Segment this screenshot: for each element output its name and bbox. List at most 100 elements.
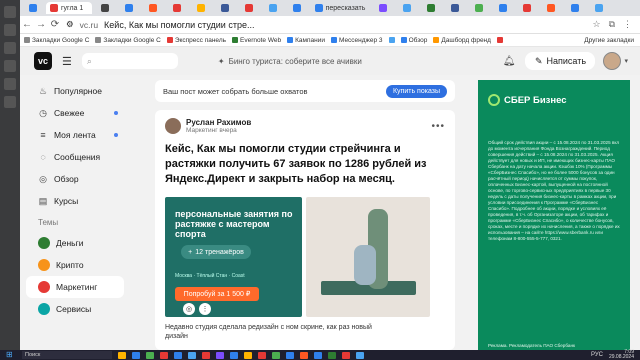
browser-tab[interactable] <box>22 2 44 14</box>
sidebar-item[interactable]: ◌ Сообщения <box>20 146 130 168</box>
post-author[interactable]: Руслан Рахимов Маркетинг вчера ••• <box>165 118 445 134</box>
taskbar-app-icon[interactable] <box>342 351 350 359</box>
browser-tab[interactable]: пересказать <box>310 2 370 14</box>
app-icon[interactable] <box>4 42 16 54</box>
image-pill: +12 тренажёров <box>181 245 251 259</box>
post-gallery[interactable]: персональные занятия по растяжке с масте… <box>165 197 445 317</box>
chevron-down-icon[interactable]: ▾ <box>624 57 628 65</box>
taskbar-app-icon[interactable] <box>244 351 252 359</box>
forward-icon[interactable]: → <box>34 19 48 30</box>
theme-item[interactable]: Сервисы <box>20 298 130 320</box>
buy-views-button[interactable]: Купить показы <box>385 84 447 98</box>
promo-banner[interactable]: ✦ Бинго туриста: соберите все ачивки <box>218 57 362 66</box>
browser-tab[interactable] <box>238 2 260 14</box>
bookmark-item[interactable] <box>496 37 503 43</box>
browser-tab[interactable] <box>262 2 284 14</box>
browser-tab[interactable] <box>492 2 514 14</box>
taskbar-app-icon[interactable] <box>356 351 364 359</box>
browser-tab[interactable] <box>396 2 418 14</box>
taskbar-app-icon[interactable] <box>328 351 336 359</box>
url-field[interactable]: ⚙ vc.ru Кейс, Как мы помогли студии стре… <box>66 19 254 30</box>
taskbar-app-icon[interactable] <box>230 351 238 359</box>
browser-tab[interactable] <box>118 2 140 14</box>
taskbar-app-icon[interactable] <box>174 351 182 359</box>
bookmark-item[interactable] <box>388 37 395 43</box>
theme-item[interactable]: Деньги <box>20 232 130 254</box>
app-icon[interactable] <box>4 78 16 90</box>
app-icon[interactable] <box>4 60 16 72</box>
browser-tab[interactable] <box>468 2 490 14</box>
taskbar-search[interactable]: Поиск <box>22 351 112 359</box>
browser-tab[interactable] <box>540 2 562 14</box>
site-info-icon[interactable]: ⚙ <box>66 19 74 30</box>
author-name[interactable]: Руслан Рахимов <box>186 118 251 127</box>
clock[interactable]: 7:09 29.08.2024 <box>609 350 634 360</box>
taskbar-app-icon[interactable] <box>286 351 294 359</box>
browser-tab[interactable] <box>588 2 610 14</box>
taskbar-app-icon[interactable] <box>216 351 224 359</box>
sidebar-item[interactable]: ♨ Популярное <box>20 80 130 102</box>
taskbar-app-icon[interactable] <box>146 351 154 359</box>
bookmark-other[interactable]: Другие закладки <box>584 37 640 44</box>
search-input[interactable]: ⌕ <box>81 53 178 69</box>
sidebar-item[interactable]: ◎ Обзор <box>20 168 130 190</box>
browser-tab[interactable] <box>516 2 538 14</box>
menu-burger-icon[interactable]: ☰ <box>62 55 72 68</box>
post-title[interactable]: Кейс, Как мы помогли студии стрейчинга и… <box>165 142 445 187</box>
sidebar-item[interactable]: ▤ Курсы <box>20 190 130 212</box>
sber-ad-panel[interactable]: СБЕР Бизнес Общий срок действия акции – … <box>478 80 630 350</box>
input-lang[interactable]: РУС <box>591 352 603 358</box>
browser-tab[interactable] <box>142 2 164 14</box>
browser-tab[interactable] <box>564 2 586 14</box>
theme-item[interactable]: Крипто <box>20 254 130 276</box>
app-icon[interactable] <box>4 6 16 18</box>
more-options-icon[interactable]: ••• <box>431 121 445 132</box>
taskbar-app-icon[interactable] <box>258 351 266 359</box>
browser-tab[interactable] <box>166 2 188 14</box>
browser-tab[interactable] <box>420 2 442 14</box>
browser-tab[interactable]: гугла 1 <box>46 2 92 14</box>
theme-item[interactable]: Маркетинг <box>26 276 124 298</box>
bookmark-item[interactable]: Экспресс панель <box>166 37 226 44</box>
taskbar-app-icon[interactable] <box>300 351 308 359</box>
browser-tab[interactable] <box>444 2 466 14</box>
bell-icon[interactable]: 🔔︎ <box>503 56 516 67</box>
browser-tab[interactable] <box>286 2 308 14</box>
post-image-photo[interactable] <box>306 197 430 317</box>
back-icon[interactable]: ← <box>20 19 34 30</box>
site-logo[interactable]: vc <box>34 52 52 70</box>
taskbar-app-icon[interactable] <box>272 351 280 359</box>
bookmark-item[interactable]: Кампании <box>287 37 325 44</box>
browser-tab[interactable] <box>214 2 236 14</box>
extensions-icon[interactable]: ⧉ <box>609 19 615 30</box>
bookmark-item[interactable]: Обзор <box>400 37 427 44</box>
bookmark-item[interactable]: Мессенджер 3 <box>330 37 383 44</box>
lens-icon[interactable]: ◎ <box>183 303 195 315</box>
bookmark-item[interactable]: Закладки Google C <box>95 37 161 44</box>
star-icon[interactable]: ☆ <box>592 19 600 30</box>
taskbar-app-icon[interactable] <box>160 351 168 359</box>
taskbar-app-icon[interactable] <box>118 351 126 359</box>
post-image-ad[interactable]: персональные занятия по растяжке с масте… <box>165 197 302 317</box>
more-vertical-icon[interactable]: ⋮ <box>199 303 211 315</box>
bookmark-item[interactable]: Дашборд френд <box>433 37 491 44</box>
windows-start-icon[interactable]: ⊞ <box>6 351 16 359</box>
app-icon[interactable] <box>4 96 16 108</box>
sidebar-item[interactable]: ◷ Свежее <box>20 102 130 124</box>
taskbar-app-icon[interactable] <box>132 351 140 359</box>
app-icon[interactable] <box>4 24 16 36</box>
browser-tab[interactable] <box>94 2 116 14</box>
avatar[interactable] <box>603 52 622 70</box>
bookmark-item[interactable]: Evernote Web <box>232 37 281 44</box>
author-avatar[interactable] <box>165 118 181 134</box>
browser-tab[interactable] <box>372 2 394 14</box>
write-button[interactable]: ✎ Написать <box>525 52 596 70</box>
taskbar-app-icon[interactable] <box>314 351 322 359</box>
browser-tab[interactable] <box>190 2 212 14</box>
sidebar-item[interactable]: ≡ Моя лента <box>20 124 130 146</box>
menu-icon[interactable]: ⋮ <box>623 19 632 30</box>
bookmark-item[interactable]: Закладки Google C <box>24 37 89 44</box>
reload-icon[interactable]: ⟳ <box>48 19 62 30</box>
taskbar-app-icon[interactable] <box>202 351 210 359</box>
taskbar-app-icon[interactable] <box>188 351 196 359</box>
